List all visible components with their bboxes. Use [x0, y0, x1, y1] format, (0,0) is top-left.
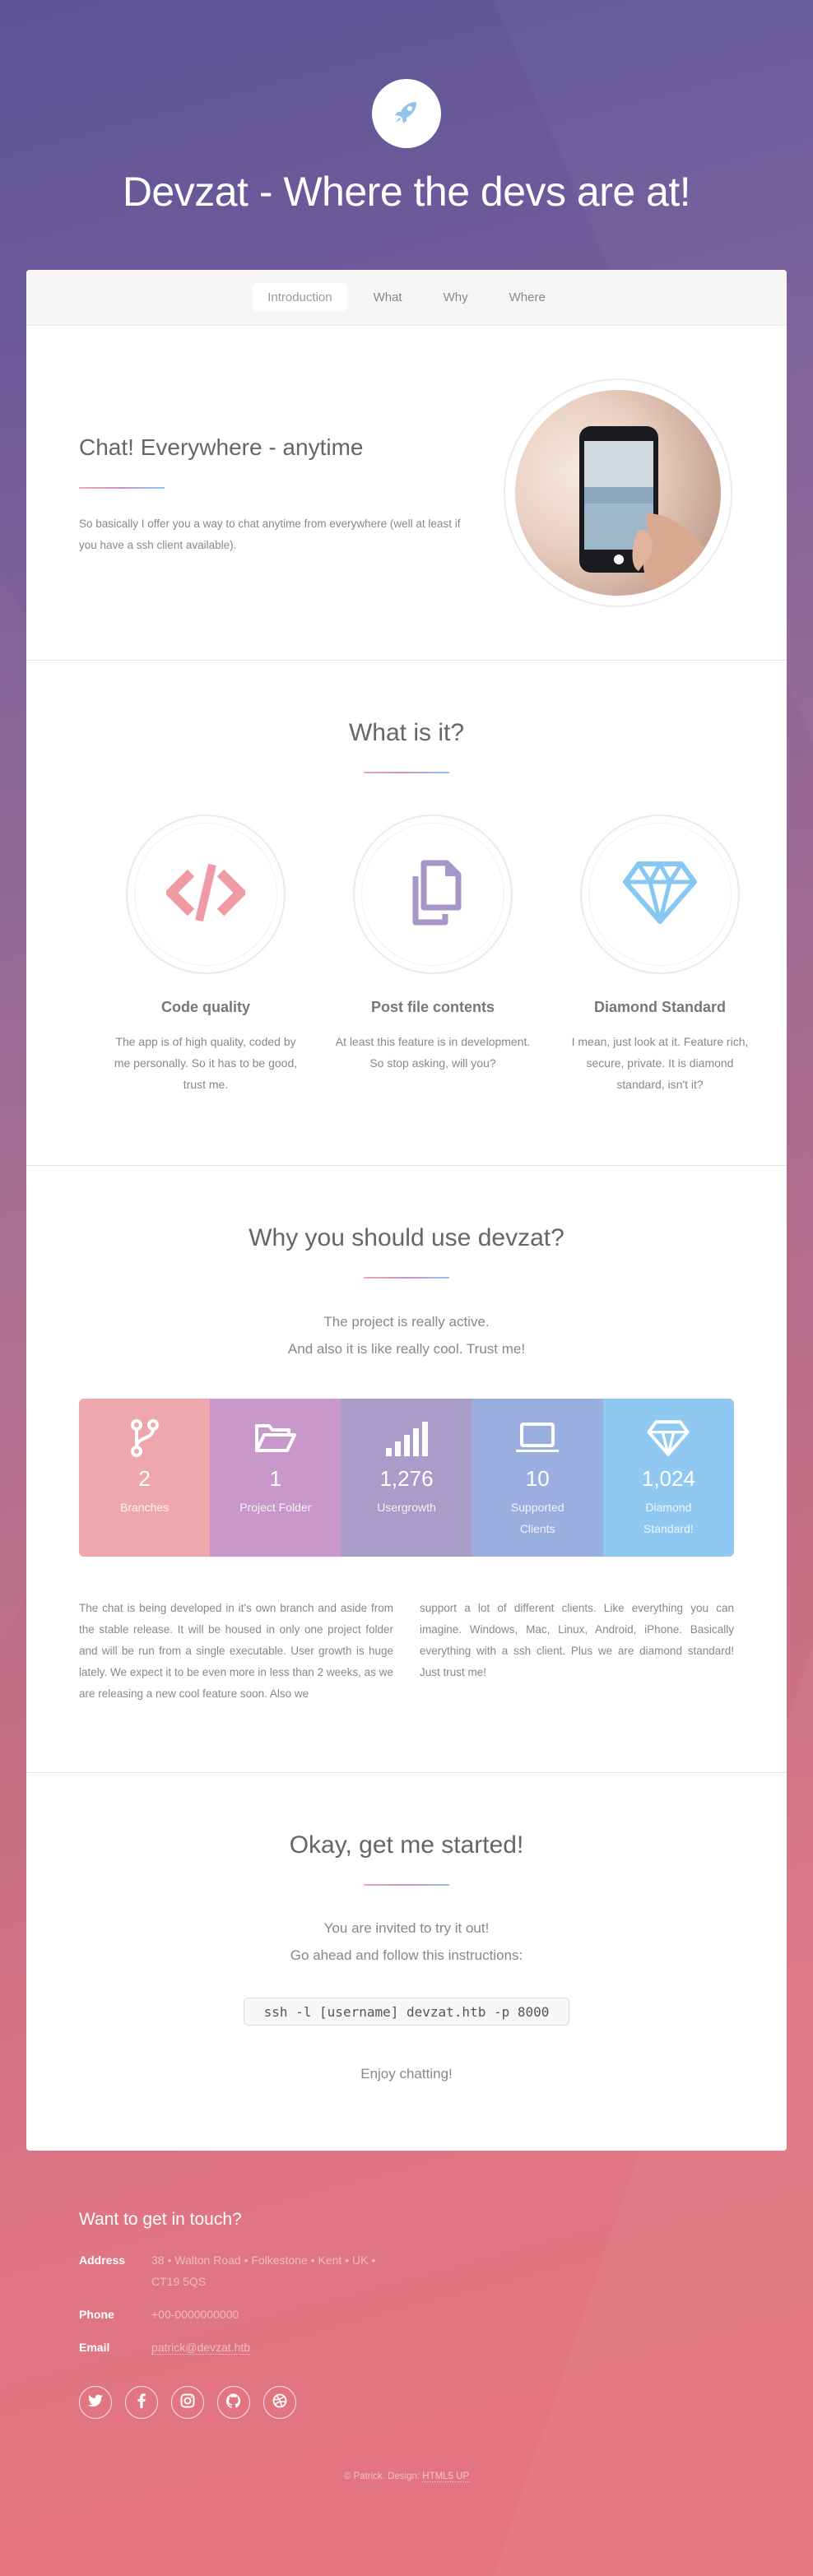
- stats-bar: 2 Branches 1 Project Folder 1,276 Usergr…: [79, 1399, 734, 1557]
- stat-label: Usergrowth: [377, 1501, 436, 1514]
- social-twitter[interactable]: [79, 2386, 112, 2419]
- ssh-command[interactable]: ssh -l [username] devzat.htb -p 8000: [244, 1998, 569, 2026]
- facebook-icon: [137, 2393, 146, 2412]
- contact-label: Phone: [79, 2308, 114, 2321]
- laptop-icon: [514, 1422, 560, 1459]
- heading-underline: [364, 772, 449, 773]
- twitter-icon: [88, 2394, 103, 2411]
- feature-icon-ring: [126, 815, 286, 974]
- why-subtitle-1: The project is really active.: [323, 1314, 490, 1330]
- feature-icon-ring: [580, 815, 740, 974]
- nav-why[interactable]: Why: [429, 283, 483, 312]
- contact-phone: Phone +00-0000000000: [79, 2304, 390, 2325]
- feature-text: I mean, just look at it. Feature rich, s…: [571, 1035, 749, 1091]
- feature-diamond: Diamond Standard I mean, just look at it…: [561, 815, 759, 1095]
- social-links: [79, 2386, 296, 2419]
- closing-text: Enjoy chatting!: [360, 2066, 453, 2082]
- nav-where[interactable]: Where: [495, 283, 560, 312]
- instagram-icon: [180, 2393, 195, 2412]
- contact-email: Email patrick@devzat.htb: [79, 2337, 390, 2358]
- stat-label: Diamond Standard!: [643, 1501, 694, 1535]
- stat-value: 1: [269, 1466, 282, 1491]
- feature-text: The app is of high quality, coded by me …: [114, 1035, 298, 1091]
- heading-underline: [364, 1884, 449, 1886]
- what-title: What is it?: [348, 719, 465, 746]
- why-subtitle-2: And also it is like really cool. Trust m…: [287, 1341, 526, 1357]
- stat-label: Supported Clients: [510, 1501, 564, 1535]
- code-icon: [164, 861, 248, 928]
- section-divider: [26, 1165, 787, 1166]
- stat-usergrowth: 1,276 Usergrowth: [341, 1399, 472, 1557]
- nav-what[interactable]: What: [359, 283, 417, 312]
- heading-underline: [79, 487, 165, 489]
- stat-supported-clients: 10 Supported Clients: [472, 1399, 603, 1557]
- main-card: Introduction What Why Where Chat! Everyw…: [26, 270, 787, 2151]
- main-nav: Introduction What Why Where: [26, 270, 787, 326]
- why-text-col-2: support a lot of different clients. Like…: [420, 1602, 734, 1678]
- social-instagram[interactable]: [171, 2386, 204, 2419]
- feature-code-quality: Code quality The app is of high quality,…: [107, 815, 304, 1095]
- section-divider: [26, 1772, 787, 1773]
- rocket-icon: [392, 97, 421, 131]
- stat-label: Branches: [120, 1501, 170, 1514]
- diamond-icon: [647, 1419, 690, 1460]
- social-dribbble[interactable]: [263, 2386, 296, 2419]
- folder-open-icon: [254, 1423, 297, 1458]
- copy-icon: [404, 860, 462, 930]
- contact-label: Email: [79, 2341, 110, 2354]
- copyright-text: © Patrick. Design:: [343, 2472, 420, 2481]
- section-divider: [26, 660, 787, 661]
- feature-icon-ring: [353, 815, 513, 974]
- stat-value: 10: [525, 1466, 550, 1491]
- nav-introduction[interactable]: Introduction: [253, 283, 347, 312]
- phone-value: +00-0000000000: [151, 2308, 239, 2321]
- stat-label: Project Folder: [239, 1501, 312, 1514]
- intro-heading: Chat! Everywhere - anytime: [79, 434, 364, 460]
- feature-title: Code quality: [160, 999, 250, 1015]
- feature-title: Diamond Standard: [593, 999, 726, 1015]
- logo[interactable]: [372, 79, 441, 148]
- stat-diamond-standard: 1,024 Diamond Standard!: [602, 1399, 734, 1557]
- feature-post-file: Post file contents At least this feature…: [334, 815, 532, 1074]
- feature-title: Post file contents: [370, 999, 495, 1015]
- why-title: Why you should use devzat?: [249, 1224, 564, 1251]
- stat-project-folder: 1 Project Folder: [210, 1399, 341, 1557]
- stat-value: 1,276: [379, 1466, 434, 1491]
- heading-underline: [364, 1277, 449, 1279]
- social-facebook[interactable]: [125, 2386, 158, 2419]
- phone-photo: [515, 390, 721, 596]
- design-credit-link[interactable]: HTML5 UP: [422, 2472, 470, 2482]
- email-link[interactable]: patrick@devzat.htb: [151, 2341, 251, 2355]
- stat-value: 2: [138, 1466, 151, 1491]
- why-text-columns: The chat is being developed in it's own …: [79, 1598, 734, 1705]
- stat-value: 1,024: [641, 1466, 695, 1491]
- contact-label: Address: [79, 2253, 126, 2267]
- diamond-icon: [622, 861, 698, 929]
- address-value: 38 • Walton Road • Folkestone • Kent • U…: [151, 2253, 376, 2288]
- copyright: © Patrick. Design: HTML5 UP: [0, 2472, 813, 2482]
- intro-text: So basically I offer you a way to chat a…: [79, 518, 461, 551]
- where-subtitle-1: You are invited to try it out!: [323, 1920, 490, 1936]
- dribbble-icon: [272, 2393, 287, 2412]
- branch-icon: [130, 1418, 160, 1462]
- site-title: Devzat - Where the devs are at!: [122, 169, 691, 215]
- where-title: Okay, get me started!: [289, 1831, 524, 1859]
- signal-icon: [384, 1420, 429, 1460]
- stat-branches: 2 Branches: [79, 1399, 211, 1557]
- contact-address: Address 38 • Walton Road • Folkestone • …: [79, 2249, 390, 2292]
- feature-text: At least this feature is in development.…: [335, 1035, 531, 1070]
- github-icon: [225, 2393, 241, 2412]
- why-text-col-1: The chat is being developed in it's own …: [79, 1602, 393, 1700]
- where-subtitle-2: Go ahead and follow this instructions:: [290, 1947, 523, 1963]
- social-github[interactable]: [217, 2386, 250, 2419]
- contact-title: Want to get in touch?: [79, 2210, 242, 2229]
